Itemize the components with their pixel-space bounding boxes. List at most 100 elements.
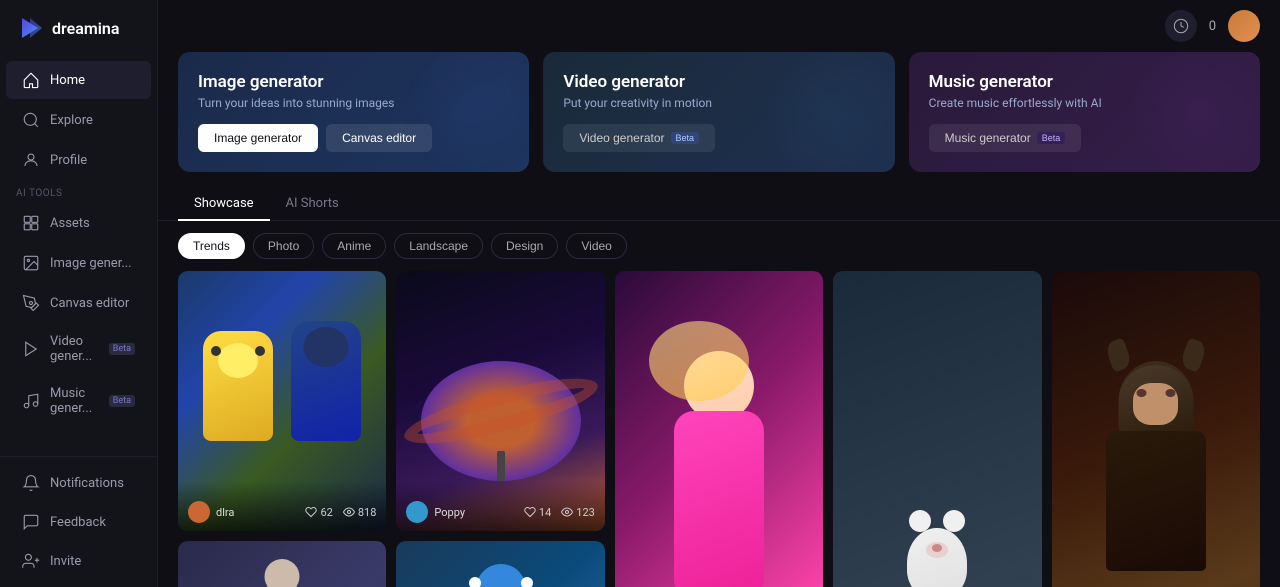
sponge-views: 818 <box>358 506 377 519</box>
sidebar-item-explore-label: Explore <box>50 113 93 128</box>
gallery-item-sponge[interactable]: dlra 62 818 <box>178 271 386 531</box>
video-btn-label: Video generator <box>579 131 664 145</box>
gallery-item-bear[interactable] <box>833 271 1041 587</box>
music-gen-icon <box>22 392 40 410</box>
feedback-icon <box>22 513 40 531</box>
gallery-item-cartoon[interactable] <box>396 541 604 587</box>
sidebar-item-video-generator[interactable]: Video gener... Beta <box>6 324 151 374</box>
space-views-stat: 123 <box>561 506 595 519</box>
canvas-icon <box>22 294 40 312</box>
music-generator-card: Music generator Create music effortlessl… <box>909 52 1260 172</box>
invite-label: Invite <box>50 554 81 569</box>
home-icon <box>22 71 40 89</box>
sponge-views-stat: 818 <box>343 506 377 519</box>
sidebar-item-video-gen-label: Video gener... <box>50 334 99 364</box>
counter-value: 0 <box>1209 19 1216 34</box>
sidebar-item-canvas[interactable]: Canvas editor <box>6 284 151 322</box>
bell-icon <box>22 474 40 492</box>
gallery-col-3 <box>615 271 823 587</box>
sidebar-item-assets[interactable]: Assets <box>6 204 151 242</box>
video-gen-icon <box>22 340 40 358</box>
notifications-label: Notifications <box>50 476 124 491</box>
image-card-deco <box>371 52 529 172</box>
explore-icon <box>22 111 40 129</box>
sidebar-item-canvas-label: Canvas editor <box>50 296 129 311</box>
space-avatar <box>406 501 428 523</box>
sidebar: dreamina Home Explore Profile AI tools <box>0 0 158 587</box>
music-gen-beta-badge: Beta <box>109 395 135 407</box>
eye-icon <box>343 506 355 518</box>
video-generator-card: Video generator Put your creativity in m… <box>543 52 894 172</box>
sidebar-item-invite[interactable]: Invite <box>6 542 151 580</box>
gallery-item-woman[interactable] <box>178 541 386 587</box>
gallery-col-1: dlra 62 818 <box>178 271 386 587</box>
tab-showcase[interactable]: Showcase <box>178 188 270 221</box>
filter-anime[interactable]: Anime <box>322 233 386 259</box>
sidebar-item-music-gen-label: Music gener... <box>50 386 99 416</box>
image-generator-card: Image generator Turn your ideas into stu… <box>178 52 529 172</box>
profile-icon <box>22 151 40 169</box>
sidebar-item-music-generator[interactable]: Music gener... Beta <box>6 376 151 426</box>
sidebar-item-notifications[interactable]: Notifications <box>6 464 151 502</box>
gallery-item-space[interactable]: Poppy 14 123 <box>396 271 604 531</box>
space-item-footer: Poppy 14 123 <box>396 481 604 531</box>
eye-icon-2 <box>561 506 573 518</box>
gallery-col-4 <box>833 271 1041 587</box>
sidebar-item-image-generator[interactable]: Image gener... <box>6 244 151 282</box>
dreamina-logo-icon <box>16 14 44 42</box>
space-likes-stat: 14 <box>524 506 551 519</box>
heart-icon <box>305 506 317 518</box>
top-header: 0 <box>158 0 1280 52</box>
sidebar-nav: Home Explore Profile AI tools Assets I <box>0 60 157 587</box>
video-btn-badge: Beta <box>671 132 700 144</box>
gallery: dlra 62 818 <box>158 271 1280 587</box>
counter-icon <box>1173 18 1189 34</box>
sidebar-item-image-gen-label: Image gener... <box>50 256 132 271</box>
feedback-label: Feedback <box>50 515 106 530</box>
invite-icon <box>22 552 40 570</box>
ai-tools-section-label: AI tools <box>0 180 157 203</box>
counter-button[interactable] <box>1165 10 1197 42</box>
sidebar-item-feedback[interactable]: Feedback <box>6 503 151 541</box>
sponge-stats: 62 818 <box>305 506 376 519</box>
music-btn-label: Music generator <box>945 131 1031 145</box>
tab-ai-shorts-label: AI Shorts <box>286 196 339 211</box>
image-gen-icon <box>22 254 40 272</box>
user-avatar[interactable] <box>1228 10 1260 42</box>
sponge-avatar <box>188 501 210 523</box>
music-card-deco <box>1102 52 1260 172</box>
video-generator-btn[interactable]: Video generator Beta <box>563 124 715 152</box>
filter-trends[interactable]: Trends <box>178 233 245 259</box>
sidebar-item-assets-label: Assets <box>50 216 90 231</box>
sidebar-item-explore[interactable]: Explore <box>6 101 151 139</box>
assets-icon <box>22 214 40 232</box>
filter-landscape[interactable]: Landscape <box>394 233 483 259</box>
gallery-item-viking[interactable] <box>1052 271 1260 587</box>
sponge-likes: 62 <box>320 506 332 519</box>
sidebar-item-home[interactable]: Home <box>6 61 151 99</box>
tab-ai-shorts[interactable]: AI Shorts <box>270 188 355 221</box>
space-username: Poppy <box>434 506 517 519</box>
sidebar-item-profile-label: Profile <box>50 153 87 168</box>
image-generator-btn[interactable]: Image generator <box>198 124 318 152</box>
main-content: 0 Image generator Turn your ideas into s… <box>158 0 1280 587</box>
sidebar-item-profile[interactable]: Profile <box>6 141 151 179</box>
space-stats: 14 123 <box>524 506 595 519</box>
logo-text: dreamina <box>52 19 119 38</box>
gallery-item-barbie[interactable] <box>615 271 823 587</box>
tab-showcase-label: Showcase <box>194 196 254 211</box>
video-card-deco <box>737 52 895 172</box>
heart-icon-2 <box>524 506 536 518</box>
filter-row: Trends Photo Anime Landscape Design Vide… <box>158 221 1280 271</box>
tabs-row: Showcase AI Shorts <box>158 188 1280 221</box>
music-btn-badge: Beta <box>1037 132 1066 144</box>
gallery-col-2: Poppy 14 123 <box>396 271 604 587</box>
logo[interactable]: dreamina <box>0 0 157 56</box>
music-generator-btn[interactable]: Music generator Beta <box>929 124 1082 152</box>
filter-video[interactable]: Video <box>566 233 626 259</box>
filter-photo[interactable]: Photo <box>253 233 314 259</box>
gallery-col-5 <box>1052 271 1260 587</box>
filter-design[interactable]: Design <box>491 233 558 259</box>
sponge-username: dlra <box>216 506 299 519</box>
sidebar-item-home-label: Home <box>50 73 85 88</box>
